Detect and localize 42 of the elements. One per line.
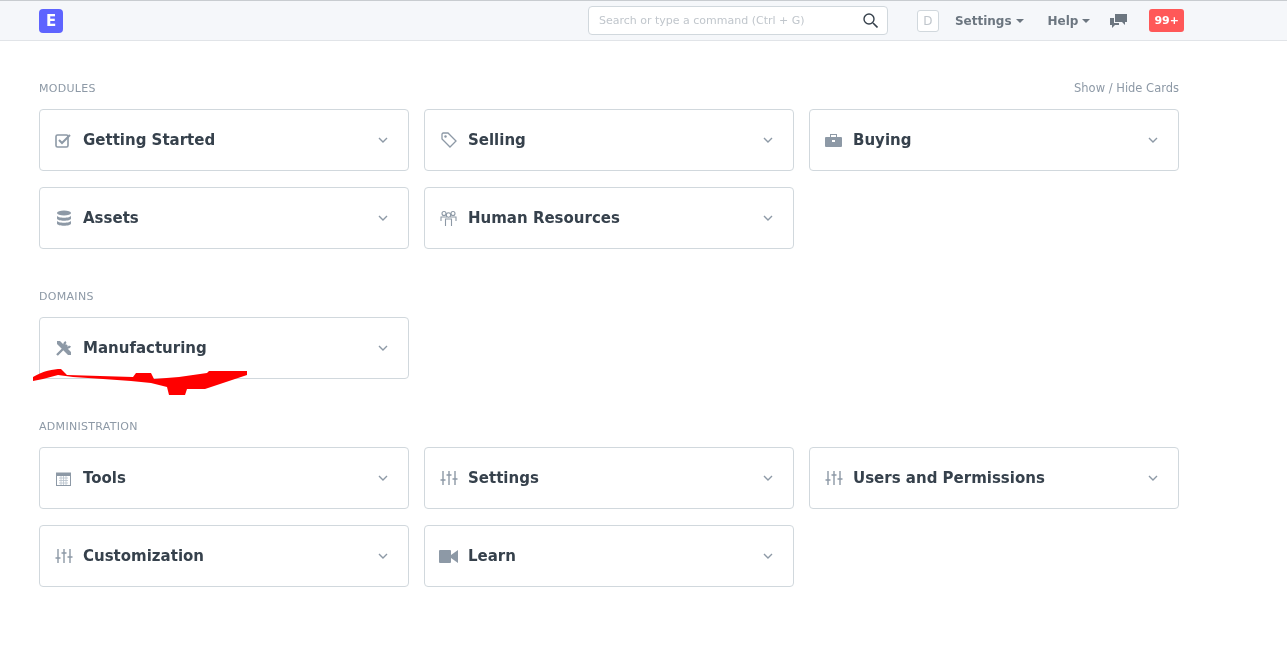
- chevron-down-icon: [378, 475, 388, 481]
- chevron-down-icon: [763, 137, 773, 143]
- people-icon: [440, 209, 457, 227]
- chevron-down-icon: [763, 475, 773, 481]
- module-card[interactable]: Tools: [39, 447, 409, 509]
- sliders-icon: [54, 548, 73, 564]
- search-field[interactable]: Search or type a command (Ctrl + G): [587, 6, 888, 35]
- module-card[interactable]: Learn: [424, 525, 794, 587]
- section-heading: MODULES: [39, 81, 96, 95]
- sliders-icon: [824, 470, 843, 486]
- module-card[interactable]: Selling: [424, 109, 794, 171]
- video-camera-icon: [439, 549, 458, 563]
- briefcase-icon: [825, 133, 842, 147]
- chevron-down-icon: [1148, 475, 1158, 481]
- module-card[interactable]: Human Resources: [424, 187, 794, 249]
- tag-icon: [440, 132, 457, 148]
- chevron-down-icon: [763, 553, 773, 559]
- module-card[interactable]: Settings: [424, 447, 794, 509]
- search-icon: [862, 13, 878, 28]
- section-heading: ADMINISTRATION: [39, 419, 138, 433]
- chevron-down-icon: [378, 137, 388, 143]
- section-heading: DOMAINS: [39, 289, 94, 303]
- chevron-down-icon: [378, 345, 388, 351]
- module-card[interactable]: Buying: [809, 109, 1179, 171]
- app-logo[interactable]: E: [39, 8, 63, 33]
- chevron-down-icon: [378, 215, 388, 221]
- chevron-down-icon: [763, 215, 773, 221]
- sliders-icon: [439, 470, 458, 486]
- module-card[interactable]: Manufacturing: [39, 317, 409, 379]
- module-card[interactable]: Assets: [39, 187, 409, 249]
- chevron-down-icon: [1148, 137, 1158, 143]
- chevron-down-icon: [378, 553, 388, 559]
- module-card[interactable]: Customization: [39, 525, 409, 587]
- database-icon: [56, 210, 71, 226]
- checkbox-icon: [55, 132, 72, 148]
- dropdown-menu[interactable]: Help: [1043, 13, 1095, 28]
- calendar-icon: [56, 470, 71, 486]
- chat-icon[interactable]: [1110, 13, 1128, 28]
- module-card[interactable]: Users and Permissions: [809, 447, 1179, 509]
- module-card[interactable]: Getting Started: [39, 109, 409, 171]
- tools-icon: [54, 339, 73, 357]
- dropdown-menu[interactable]: Settings: [950, 13, 1028, 28]
